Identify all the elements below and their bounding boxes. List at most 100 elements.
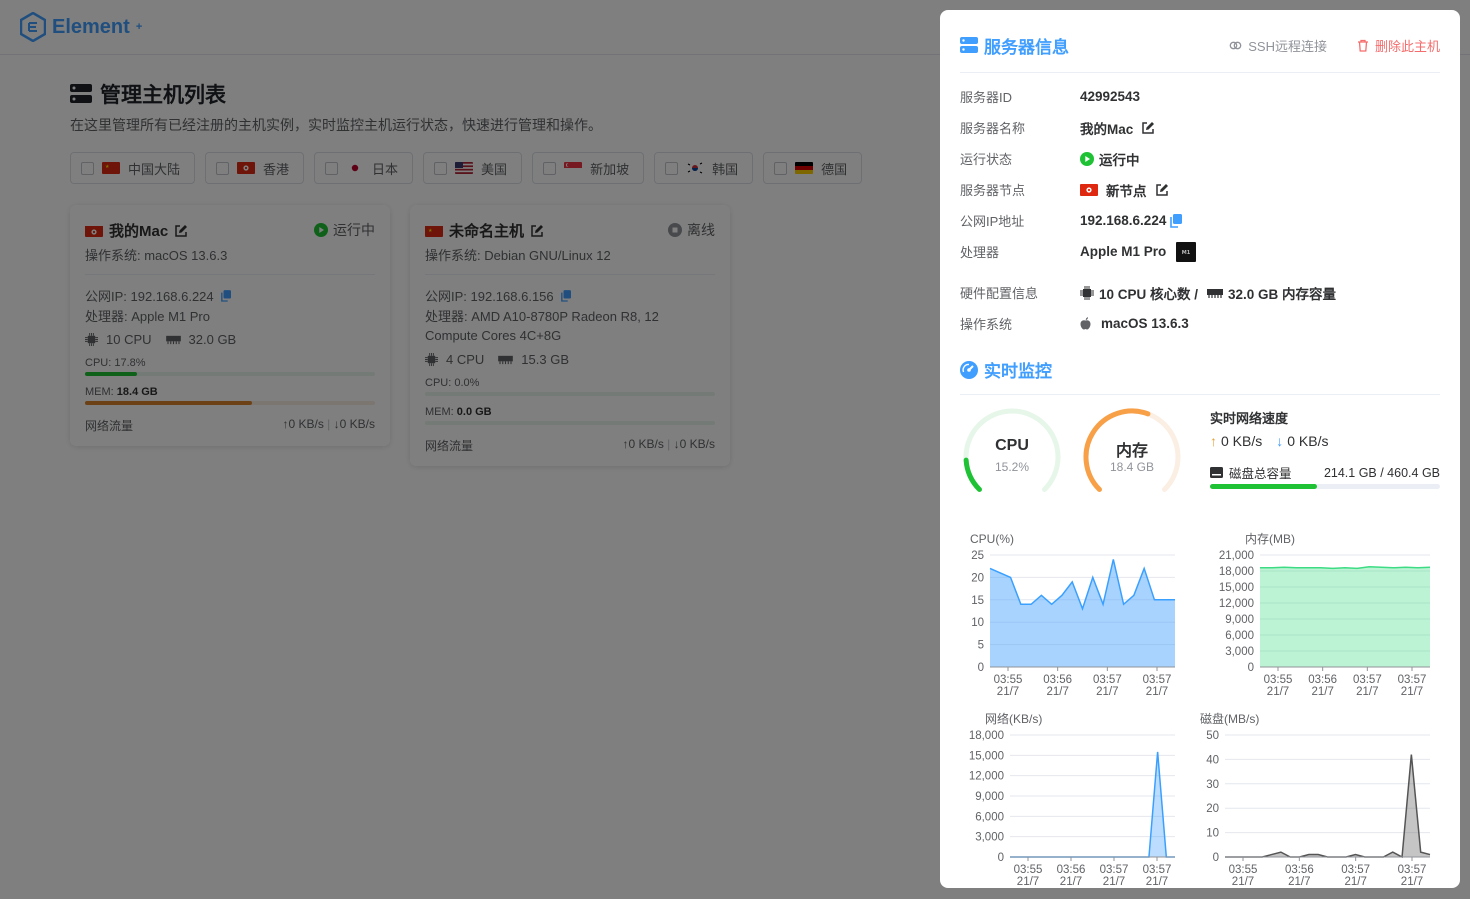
info-row-name: 服务器名称 我的Mac — [960, 112, 1440, 143]
series-line — [1010, 751, 1175, 858]
y-tick-label: 18,000 — [1219, 566, 1254, 578]
ssh-connect-button[interactable]: SSH远程连接 — [1229, 36, 1327, 55]
x-tick-sublabel: 21/7 — [1311, 686, 1333, 695]
ip-label: 公网IP地址 — [960, 214, 1025, 229]
edit-icon[interactable] — [1141, 121, 1155, 135]
y-tick-label: 12,000 — [1219, 598, 1254, 610]
y-tick-label: 40 — [1206, 754, 1219, 766]
y-tick-label: 0 — [978, 662, 984, 674]
drawer-header: 服务器信息 SSH远程连接 删除此主机 — [960, 30, 1440, 60]
x-tick-label: 03:57 — [1143, 864, 1172, 876]
ip-value: 192.168.6.224 — [1080, 213, 1167, 228]
mem-gauge: 内存 18.4 GB — [1080, 405, 1184, 509]
cpu-value: Apple M1 Pro — [1080, 244, 1167, 259]
x-tick-sublabel: 21/7 — [1344, 876, 1366, 885]
x-tick-sublabel: 21/7 — [1146, 686, 1168, 695]
y-tick-label: 50 — [1206, 730, 1219, 742]
net-up-value: 0 KB/s — [1221, 433, 1263, 449]
mem-gauge-label: 内存 — [1115, 443, 1148, 460]
x-tick-label: 03:55 — [994, 674, 1023, 686]
link-icon — [1229, 41, 1242, 49]
name-label: 服务器名称 — [960, 121, 1026, 136]
y-tick-label: 3,000 — [1225, 646, 1254, 658]
x-tick-label: 03:56 — [1308, 674, 1337, 686]
x-tick-label: 03:57 — [1398, 864, 1427, 876]
node-value: 新节点 — [1106, 183, 1147, 199]
disk-history-chart: 磁盘(MB/s)0102030405003:5521/703:5621/703:… — [1200, 711, 1431, 885]
drawer-title-text: 服务器信息 — [984, 37, 1069, 57]
y-tick-label: 20 — [971, 572, 984, 584]
x-tick-sublabel: 21/7 — [1103, 876, 1125, 885]
cpu-gauge: CPU 15.2% — [960, 405, 1064, 509]
name-value: 我的Mac — [1080, 121, 1134, 137]
cpu-gauge-value: 15.2% — [994, 460, 1030, 474]
disk-capacity: 磁盘总容量 214.1 GB / 460.4 GB — [1210, 463, 1440, 482]
x-tick-sublabel: 21/7 — [1046, 686, 1068, 695]
x-tick-sublabel: 21/7 — [1356, 686, 1378, 695]
info-row-cpu: 处理器 Apple M1 Pro M1 — [960, 236, 1440, 267]
status-label: 运行状态 — [960, 152, 1013, 167]
delete-host-label: 删除此主机 — [1374, 38, 1440, 54]
y-tick-label: 6,000 — [1225, 630, 1254, 642]
x-tick-label: 03:55 — [1264, 674, 1293, 686]
status-value: 运行中 — [1099, 152, 1140, 168]
x-tick-label: 03:56 — [1043, 674, 1072, 686]
memory-icon — [1207, 288, 1224, 298]
net-down-value: 0 KB/s — [1287, 433, 1329, 449]
y-tick-label: 0 — [998, 852, 1004, 864]
info-row-id: 服务器ID 42992543 — [960, 81, 1440, 112]
svg-text:M1: M1 — [1182, 250, 1191, 256]
realtime-gauges: CPU 15.2% 内存 18.4 GB 实时网络速度 ↑ 0 KB/s ↓ 0 K… — [960, 395, 1440, 510]
x-tick-sublabel: 21/7 — [1401, 686, 1423, 695]
x-tick-sublabel: 21/7 — [1232, 876, 1254, 885]
y-tick-label: 10 — [971, 617, 984, 629]
x-tick-sublabel: 21/7 — [1096, 686, 1118, 695]
disk-label: 磁盘总容量 — [1229, 467, 1292, 481]
x-tick-sublabel: 21/7 — [1288, 876, 1310, 885]
x-tick-sublabel: 21/7 — [997, 686, 1019, 695]
download-arrow-icon: ↓ — [1276, 433, 1284, 449]
upload-arrow-icon: ↑ — [1210, 433, 1217, 449]
chart-title: 网络(KB/s) — [985, 711, 1042, 726]
cpu-label: 处理器 — [960, 245, 1000, 260]
os-value: macOS 13.6.3 — [1101, 316, 1189, 331]
y-tick-label: 3,000 — [975, 832, 1004, 844]
y-tick-label: 30 — [1206, 779, 1219, 791]
y-tick-label: 9,000 — [1225, 614, 1254, 626]
copy-icon[interactable] — [1170, 213, 1183, 228]
os-label: 操作系统 — [960, 317, 1013, 332]
play-circle-icon — [1080, 151, 1094, 166]
disk-usage-bar — [1210, 484, 1440, 489]
info-row-node: 服务器节点 新节点 — [960, 174, 1440, 205]
edit-icon[interactable] — [1155, 183, 1169, 197]
disk-value: 214.1 GB / 460.4 GB — [1323, 465, 1440, 480]
x-tick-label: 03:56 — [1057, 864, 1086, 876]
chart-title: 内存(MB) — [1245, 532, 1295, 546]
y-tick-label: 25 — [971, 550, 984, 562]
x-tick-sublabel: 21/7 — [1146, 876, 1168, 885]
y-tick-label: 15,000 — [969, 750, 1004, 762]
cpu-chip-icon — [1080, 285, 1094, 300]
info-row-status: 运行状态 运行中 — [960, 143, 1440, 174]
mem-gauge-value: 18.4 GB — [1109, 460, 1155, 474]
x-tick-sublabel: 21/7 — [1060, 876, 1082, 885]
disk-icon — [1210, 467, 1223, 478]
divider — [960, 72, 1440, 73]
server-info-list: 服务器ID 42992543 服务器名称 我的Mac 运行状态 运行中 服务器节点 新节… — [960, 81, 1440, 339]
ssh-connect-label: SSH远程连接 — [1248, 38, 1327, 54]
id-label: 服务器ID — [960, 90, 1013, 105]
delete-host-button[interactable]: 删除此主机 — [1357, 36, 1440, 55]
monitor-title: 实时监控 — [960, 357, 1440, 382]
hk-flag-icon — [1080, 183, 1098, 196]
memory-history-chart: 内存(MB) 0 3,000 6,000 9,000 12,000 15,000 18,000… — [1219, 532, 1431, 695]
apple-icon — [1080, 317, 1091, 330]
y-tick-label: 10 — [1206, 828, 1219, 840]
x-tick-label: 03:55 — [1229, 864, 1258, 876]
y-tick-label: 20 — [1206, 803, 1219, 815]
apple-chip-icon: M1 — [1176, 241, 1197, 262]
chart-title: CPU(%) — [970, 532, 1014, 546]
y-tick-label: 6,000 — [975, 811, 1004, 823]
server-info-drawer: 服务器信息 SSH远程连接 删除此主机 服务器ID 42992543 服务器名称 我… — [940, 10, 1460, 888]
series-line — [1225, 754, 1431, 859]
chart-title: 磁盘(MB/s) — [1200, 711, 1259, 726]
